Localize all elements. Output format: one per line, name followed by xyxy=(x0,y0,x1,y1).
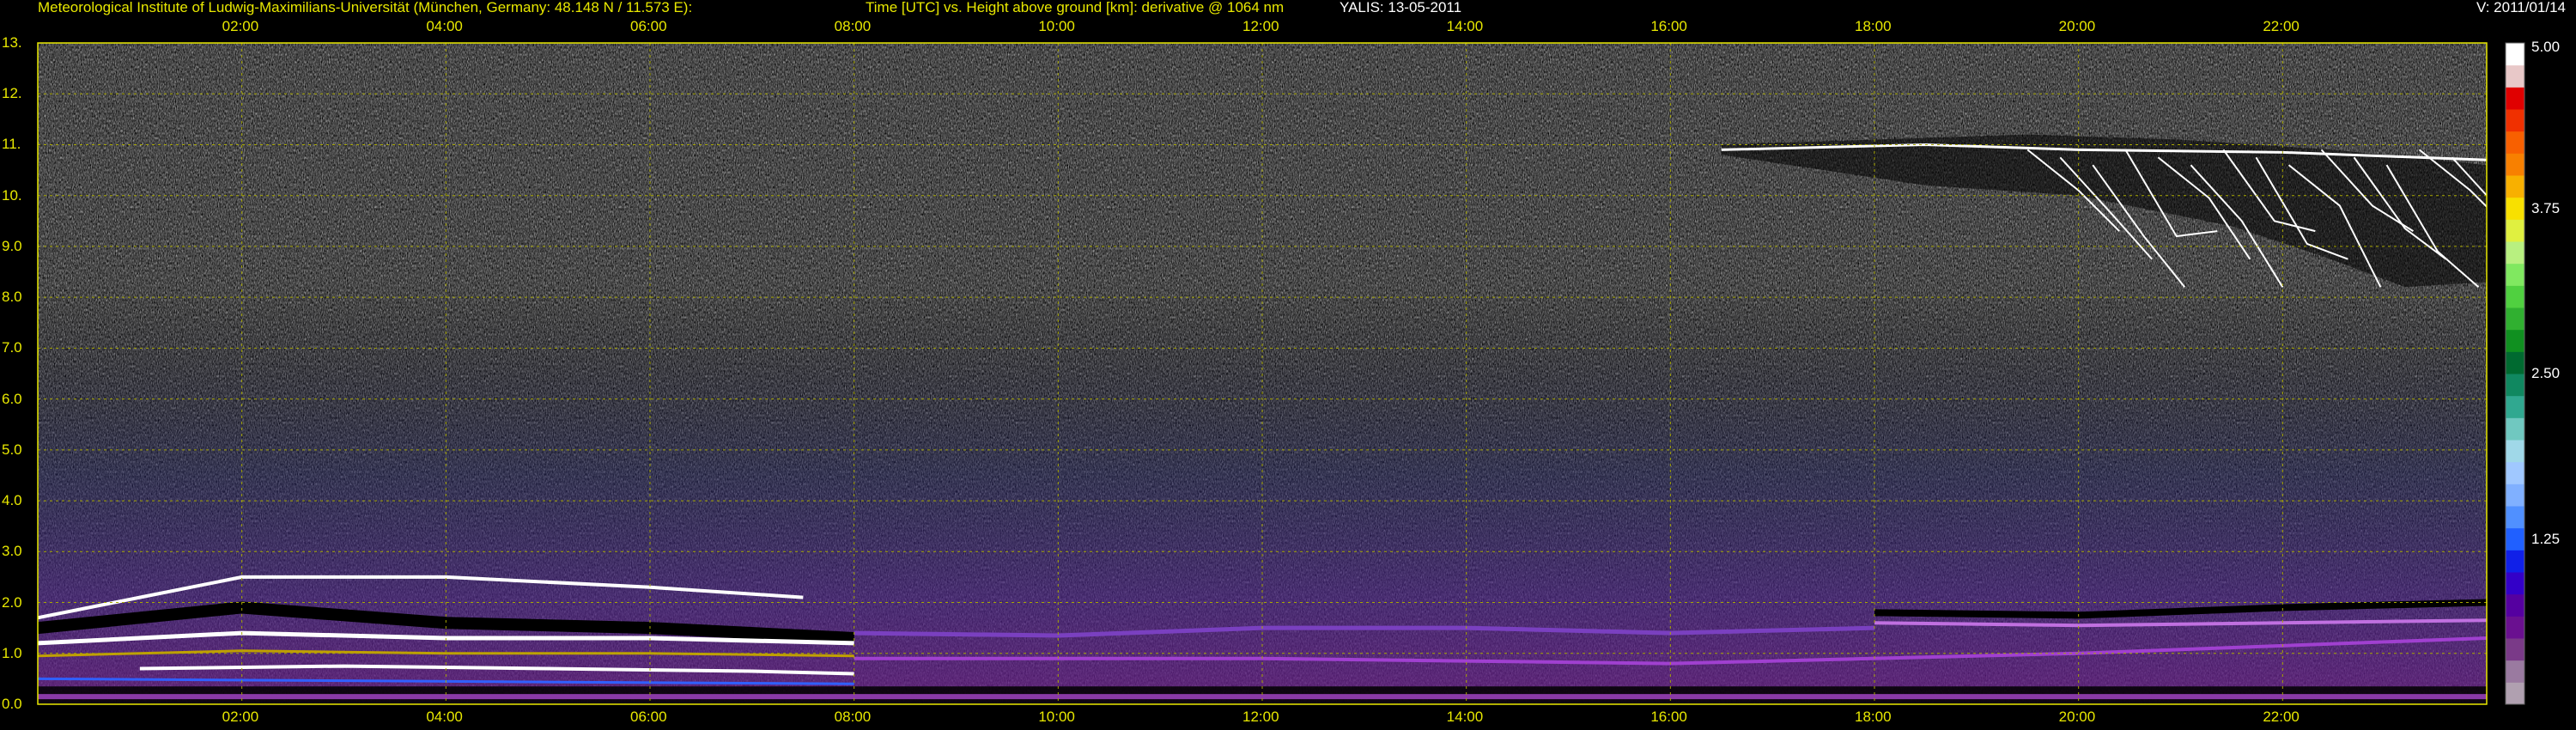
colorbar-swatch xyxy=(2506,682,2524,705)
x-tick-label-bottom: 18:00 xyxy=(1855,709,1892,725)
colorbar-swatch xyxy=(2506,593,2524,617)
colorbar-swatch xyxy=(2506,153,2524,176)
x-tick-label-bottom: 02:00 xyxy=(222,709,259,725)
colorbar-swatch xyxy=(2506,506,2524,529)
colorbar-swatch xyxy=(2506,417,2524,441)
x-tick-label-bottom: 12:00 xyxy=(1242,709,1279,725)
x-tick-label-bottom: 22:00 xyxy=(2263,709,2300,725)
header-institute: Meteorological Institute of Ludwig-Maxim… xyxy=(38,0,693,15)
colorbar-tick-label: 1.25 xyxy=(2531,530,2561,547)
x-tick-label-bottom: 16:00 xyxy=(1650,709,1687,725)
x-tick-label-bottom: 10:00 xyxy=(1038,709,1075,725)
x-tick-label-top: 14:00 xyxy=(1446,18,1484,34)
x-tick-label-bottom: 06:00 xyxy=(630,709,667,725)
colorbar-swatch xyxy=(2506,197,2524,220)
y-tick-label: 5.0 xyxy=(2,441,22,458)
colorbar-swatch xyxy=(2506,175,2524,198)
y-tick-label: 11. xyxy=(2,136,21,153)
colorbar xyxy=(2505,42,2525,705)
header-instrument: YALIS: 13-05-2011 xyxy=(1340,0,1462,15)
y-tick-label: 12. xyxy=(2,85,22,102)
colorbar-swatch xyxy=(2506,64,2524,88)
colorbar-swatch xyxy=(2506,440,2524,463)
colorbar-swatch xyxy=(2506,285,2524,308)
x-tick-label-bottom: 04:00 xyxy=(426,709,463,725)
y-tick-label: 6.0 xyxy=(2,390,22,407)
colorbar-swatch xyxy=(2506,461,2524,484)
y-tick-label: 9.0 xyxy=(2,237,22,254)
colorbar-tick-label: 2.50 xyxy=(2531,365,2561,381)
x-tick-label-top: 08:00 xyxy=(834,18,872,34)
colorbar-tick-label: 3.75 xyxy=(2531,199,2561,216)
lidar-heatmap-chart xyxy=(37,42,2525,705)
colorbar-swatch xyxy=(2506,374,2524,397)
x-tick-label-top: 18:00 xyxy=(1855,18,1892,34)
x-tick-label-bottom: 14:00 xyxy=(1446,709,1484,725)
colorbar-tick-label: 5.00 xyxy=(2531,39,2561,55)
x-tick-label-bottom: 08:00 xyxy=(834,709,872,725)
colorbar-swatch xyxy=(2506,638,2524,661)
x-tick-label-top: 20:00 xyxy=(2058,18,2096,34)
x-tick-label-top: 04:00 xyxy=(426,18,463,34)
colorbar-swatch xyxy=(2506,572,2524,595)
colorbar-swatch xyxy=(2506,109,2524,132)
y-tick-label: 13. xyxy=(2,34,22,51)
header-version: V: 2011/01/14 xyxy=(2476,0,2566,15)
colorbar-swatch xyxy=(2506,616,2524,639)
x-tick-label-top: 10:00 xyxy=(1038,18,1075,34)
y-tick-label: 10. xyxy=(2,186,22,204)
y-tick-label: 8.0 xyxy=(2,289,22,306)
x-tick-label-top: 12:00 xyxy=(1242,18,1279,34)
colorbar-swatch xyxy=(2506,241,2524,265)
colorbar-swatch xyxy=(2506,43,2524,66)
colorbar-swatch xyxy=(2506,219,2524,242)
x-tick-label-top: 06:00 xyxy=(630,18,667,34)
colorbar-swatch xyxy=(2506,307,2524,331)
colorbar-swatch xyxy=(2506,660,2524,683)
colorbar-swatch xyxy=(2506,263,2524,286)
x-tick-label-top: 16:00 xyxy=(1650,18,1687,34)
colorbar-swatch xyxy=(2506,131,2524,154)
y-tick-label: 1.0 xyxy=(2,644,22,661)
colorbar-swatch xyxy=(2506,395,2524,418)
colorbar-swatch xyxy=(2506,87,2524,110)
header-description: Time [UTC] vs. Height above ground [km]:… xyxy=(866,0,1285,15)
x-tick-label-top: 22:00 xyxy=(2263,18,2300,34)
colorbar-swatch xyxy=(2506,351,2524,374)
colorbar-swatch xyxy=(2506,484,2524,507)
y-tick-label: 7.0 xyxy=(2,339,22,356)
colorbar-swatch xyxy=(2506,527,2524,551)
x-tick-label-bottom: 20:00 xyxy=(2058,709,2096,725)
y-tick-label: 2.0 xyxy=(2,593,22,611)
y-tick-label: 4.0 xyxy=(2,492,22,509)
colorbar-swatch xyxy=(2506,329,2524,352)
y-tick-label: 3.0 xyxy=(2,543,22,560)
colorbar-swatch xyxy=(2506,550,2524,573)
x-tick-label-top: 02:00 xyxy=(222,18,259,34)
y-tick-label: 0.0 xyxy=(2,696,22,712)
